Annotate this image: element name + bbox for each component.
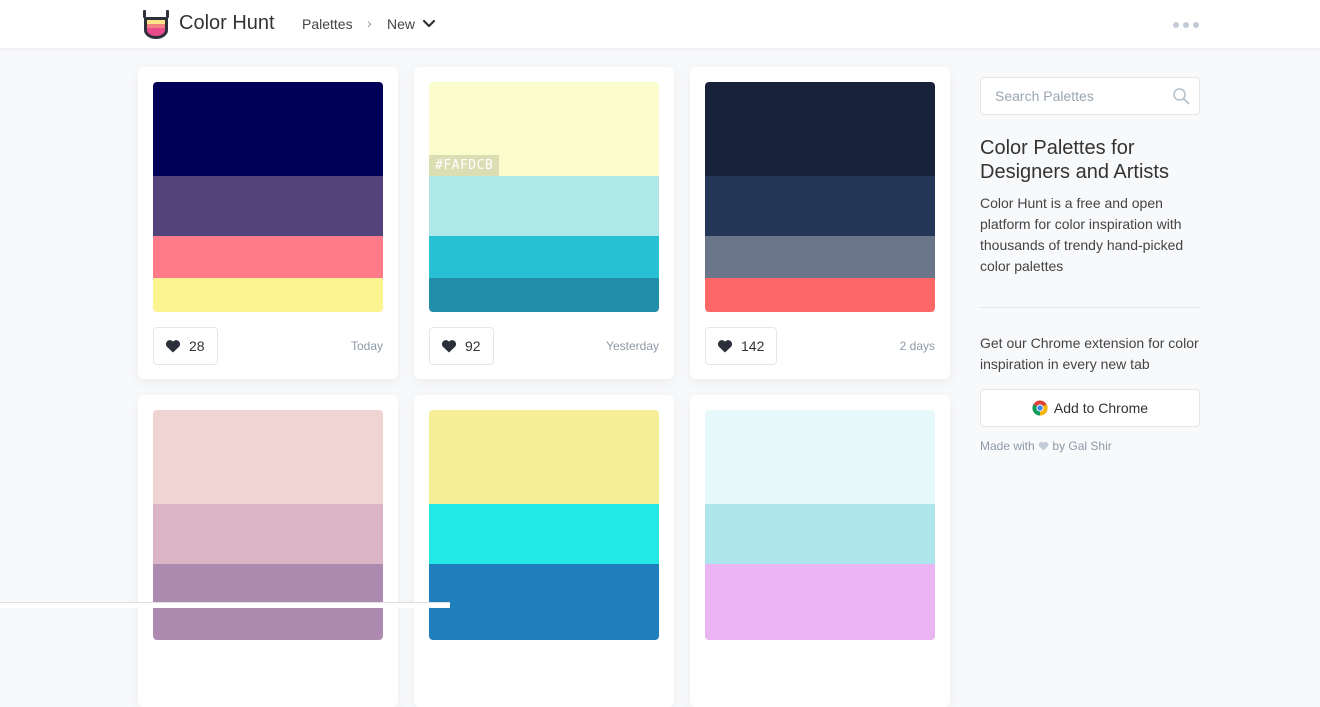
heart-icon	[1038, 441, 1049, 451]
palette-swatches[interactable]	[429, 410, 659, 640]
palette-card: 142 2 days	[690, 67, 950, 379]
add-to-chrome-label: Add to Chrome	[1053, 400, 1149, 416]
brand-name[interactable]: Color Hunt	[179, 12, 275, 35]
color-swatch[interactable]	[705, 410, 935, 504]
color-swatch[interactable]	[429, 564, 659, 640]
palette-card: 28 Today	[138, 67, 398, 379]
chrome-extension-text: Get our Chrome extension for color inspi…	[980, 335, 1199, 372]
hex-code-label[interactable]: #FAFDCB	[429, 155, 500, 176]
more-dots-icon[interactable]	[1172, 20, 1200, 30]
nav-new-dropdown[interactable]: New	[387, 16, 415, 32]
color-swatch[interactable]	[153, 82, 383, 176]
sidebar-title: Color Palettes for Designers and Artists	[980, 137, 1169, 183]
heart-icon	[441, 340, 457, 353]
color-swatch[interactable]	[429, 504, 659, 564]
color-swatch[interactable]	[705, 82, 935, 176]
search-input[interactable]	[993, 87, 1167, 105]
color-swatch[interactable]	[429, 410, 659, 504]
made-with-prefix: Made with	[980, 439, 1035, 453]
palette-card	[414, 395, 674, 707]
like-button[interactable]: 92	[429, 327, 494, 365]
color-swatch[interactable]	[705, 236, 935, 278]
made-with-credit: Made with by Gal Shir	[980, 439, 1112, 453]
color-swatch[interactable]	[153, 278, 383, 312]
sidebar-description: Color Hunt is a free and open platform f…	[980, 195, 1184, 274]
color-swatch[interactable]	[153, 176, 383, 236]
top-header: Color Hunt Palettes › New	[0, 0, 1320, 48]
palette-swatches[interactable]	[705, 82, 935, 312]
color-swatch[interactable]	[153, 410, 383, 504]
color-swatch[interactable]	[705, 504, 935, 564]
nav-separator: ›	[367, 15, 372, 31]
color-swatch[interactable]	[705, 176, 935, 236]
palette-swatches[interactable]: #FAFDCB	[429, 82, 659, 312]
color-hunt-logo-icon[interactable]	[142, 10, 170, 40]
like-button[interactable]: 28	[153, 327, 218, 365]
color-swatch[interactable]	[705, 278, 935, 312]
palette-card: #FAFDCB 92 Yesterday	[414, 67, 674, 379]
search-icon[interactable]	[1172, 87, 1190, 105]
chevron-down-icon[interactable]	[422, 19, 436, 29]
add-to-chrome-button[interactable]: Add to Chrome	[980, 389, 1200, 427]
like-count: 28	[189, 338, 205, 354]
color-swatch[interactable]	[429, 236, 659, 278]
palette-date: Yesterday	[606, 339, 659, 353]
palette-date: 2 days	[899, 339, 935, 353]
palette-date: Today	[350, 339, 383, 353]
color-swatch[interactable]	[705, 564, 935, 640]
palette-card	[690, 395, 950, 707]
palette-swatches[interactable]	[153, 82, 383, 312]
like-count: 142	[741, 338, 765, 354]
color-swatch[interactable]	[153, 504, 383, 564]
author-link[interactable]: by Gal Shir	[1052, 439, 1111, 453]
palette-swatches[interactable]	[705, 410, 935, 640]
color-swatch[interactable]	[153, 236, 383, 278]
like-count: 92	[465, 338, 481, 354]
color-swatch[interactable]	[429, 278, 659, 312]
nav-palettes-link[interactable]: Palettes	[302, 16, 353, 32]
like-button[interactable]: 142	[705, 327, 778, 365]
heart-icon	[717, 340, 733, 353]
heart-icon	[165, 340, 181, 353]
horizontal-scrollbar[interactable]	[0, 602, 450, 608]
search-box	[980, 77, 1200, 115]
sidebar-divider	[980, 307, 1200, 308]
color-swatch[interactable]	[429, 176, 659, 236]
palette-card	[138, 395, 398, 707]
chrome-logo-icon	[1032, 400, 1048, 416]
color-swatch[interactable]: #FAFDCB	[429, 82, 659, 176]
